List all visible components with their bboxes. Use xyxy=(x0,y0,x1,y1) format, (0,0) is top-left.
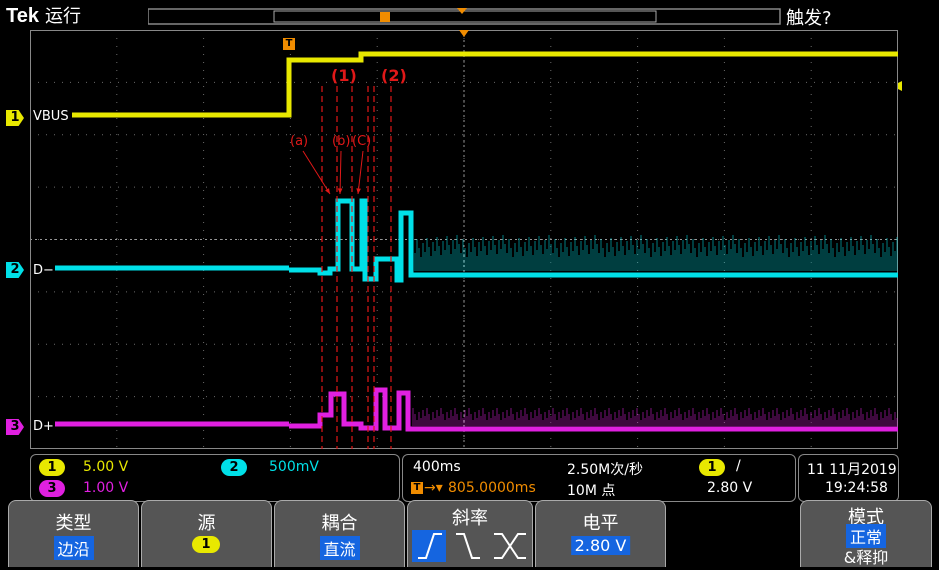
annotation-phase-1: (1) xyxy=(331,66,357,85)
menu-source-button[interactable]: 源 1 xyxy=(141,500,272,567)
ch1-ground-marker[interactable]: 1 xyxy=(6,110,24,126)
slope-options xyxy=(412,530,526,562)
menu-source-value: 1 xyxy=(192,536,220,553)
record-position-bar[interactable] xyxy=(148,8,782,26)
menu-type-label: 类型 xyxy=(55,513,92,534)
annotation-arrowhead xyxy=(337,188,343,194)
menu-type-value: 边沿 xyxy=(53,536,94,560)
horizontal-trigger-panel: 400ms 2.50M次/秒 T →▾ 805.0000ms 10M 点 1 /… xyxy=(402,454,796,502)
annotation-a: (a) xyxy=(290,134,309,149)
annotation-arrow xyxy=(339,150,342,195)
info-bar: 1 5.00 V 2 500mV 3 1.00 V 400ms 2.50M次/秒… xyxy=(30,454,899,504)
annotation-arrow xyxy=(357,150,364,195)
ch2-label: D− xyxy=(33,263,54,278)
annotation-b: (b) xyxy=(332,134,351,149)
top-status-bar: Tek 运行 触发? xyxy=(0,0,939,29)
menu-mode-button[interactable]: 模式 正常 &释抑 xyxy=(800,500,932,567)
channel-markers-column: 1 2 3 xyxy=(0,28,30,453)
ch1-trace xyxy=(72,51,898,118)
ch2-scale-badge[interactable]: 2 xyxy=(221,459,247,476)
trigger-source-badge: 1 xyxy=(699,459,725,476)
slope-falling-icon[interactable] xyxy=(456,533,480,559)
time-per-div: 400ms xyxy=(413,459,461,475)
date: 11 11月2019 xyxy=(807,462,897,478)
ch3-noise xyxy=(412,408,898,426)
menu-coupling-label: 耦合 xyxy=(321,513,358,534)
annotation-arrowhead xyxy=(325,188,330,194)
datetime-panel: 11 11月2019 19:24:58 xyxy=(798,454,899,502)
waveform-graticule xyxy=(30,30,898,449)
trigger-status: 触发? xyxy=(786,8,832,29)
menu-level-label: 电平 xyxy=(582,513,619,534)
annotation-phase-2: (2) xyxy=(381,66,407,85)
menu-slope-label: 斜率 xyxy=(452,508,488,529)
brand-logo: Tek xyxy=(6,5,39,27)
ch1-label: VBUS xyxy=(33,109,69,124)
trigger-delay-icon: T xyxy=(411,482,423,494)
trigger-level-marker[interactable] xyxy=(892,28,939,453)
center-time-marker xyxy=(459,30,469,37)
menu-level-button[interactable]: 电平 2.80 V xyxy=(535,500,666,567)
menu-type-button[interactable]: 类型 边沿 xyxy=(8,500,139,567)
vertical-scale-panel: 1 5.00 V 2 500mV 3 1.00 V xyxy=(30,454,400,502)
menu-level-value: 2.80 V xyxy=(570,536,631,555)
ch2-noise xyxy=(412,235,898,271)
trigger-delay: 805.0000ms xyxy=(448,480,536,496)
run-state: 运行 xyxy=(44,6,81,26)
delay-arrow-icon: →▾ xyxy=(424,480,443,496)
right-margin xyxy=(892,28,939,453)
ch3-label: D+ xyxy=(33,419,54,434)
ch2-ground-marker[interactable]: 2 xyxy=(6,262,24,278)
ch3-scale: 1.00 V xyxy=(83,480,129,496)
menu-coupling-button[interactable]: 耦合 直流 xyxy=(274,500,405,567)
annotation-arrowhead xyxy=(356,188,361,194)
menu-coupling-value: 直流 xyxy=(319,536,360,560)
ch1-scale: 5.00 V xyxy=(83,459,129,475)
ch3-scale-badge[interactable]: 3 xyxy=(39,480,65,497)
ch3-ground-marker[interactable]: 3 xyxy=(6,419,24,435)
ch1-scale-badge[interactable]: 1 xyxy=(39,459,65,476)
trigger-position-marker[interactable]: T xyxy=(283,38,295,50)
brand: Tek 运行 xyxy=(6,2,81,28)
annotation-c: (C) xyxy=(352,134,372,149)
record-length: 10M 点 xyxy=(567,483,616,499)
trigger-level: 2.80 V xyxy=(707,480,753,496)
trigger-slope-icon: / xyxy=(736,458,741,474)
record-trigger-marker xyxy=(380,12,390,22)
ch2-scale: 500mV xyxy=(269,459,319,475)
sample-rate: 2.50M次/秒 xyxy=(567,462,643,478)
menu-source-label: 源 xyxy=(197,513,216,534)
time: 19:24:58 xyxy=(825,480,888,496)
annotation-arrow xyxy=(302,150,331,195)
menu-slope-button[interactable]: 斜率 xyxy=(407,500,533,567)
waveform-display: VBUS D− D+ (1) (2) (a) (b) (C) T xyxy=(30,30,898,449)
menu-mode-extra: &释抑 xyxy=(843,548,889,567)
